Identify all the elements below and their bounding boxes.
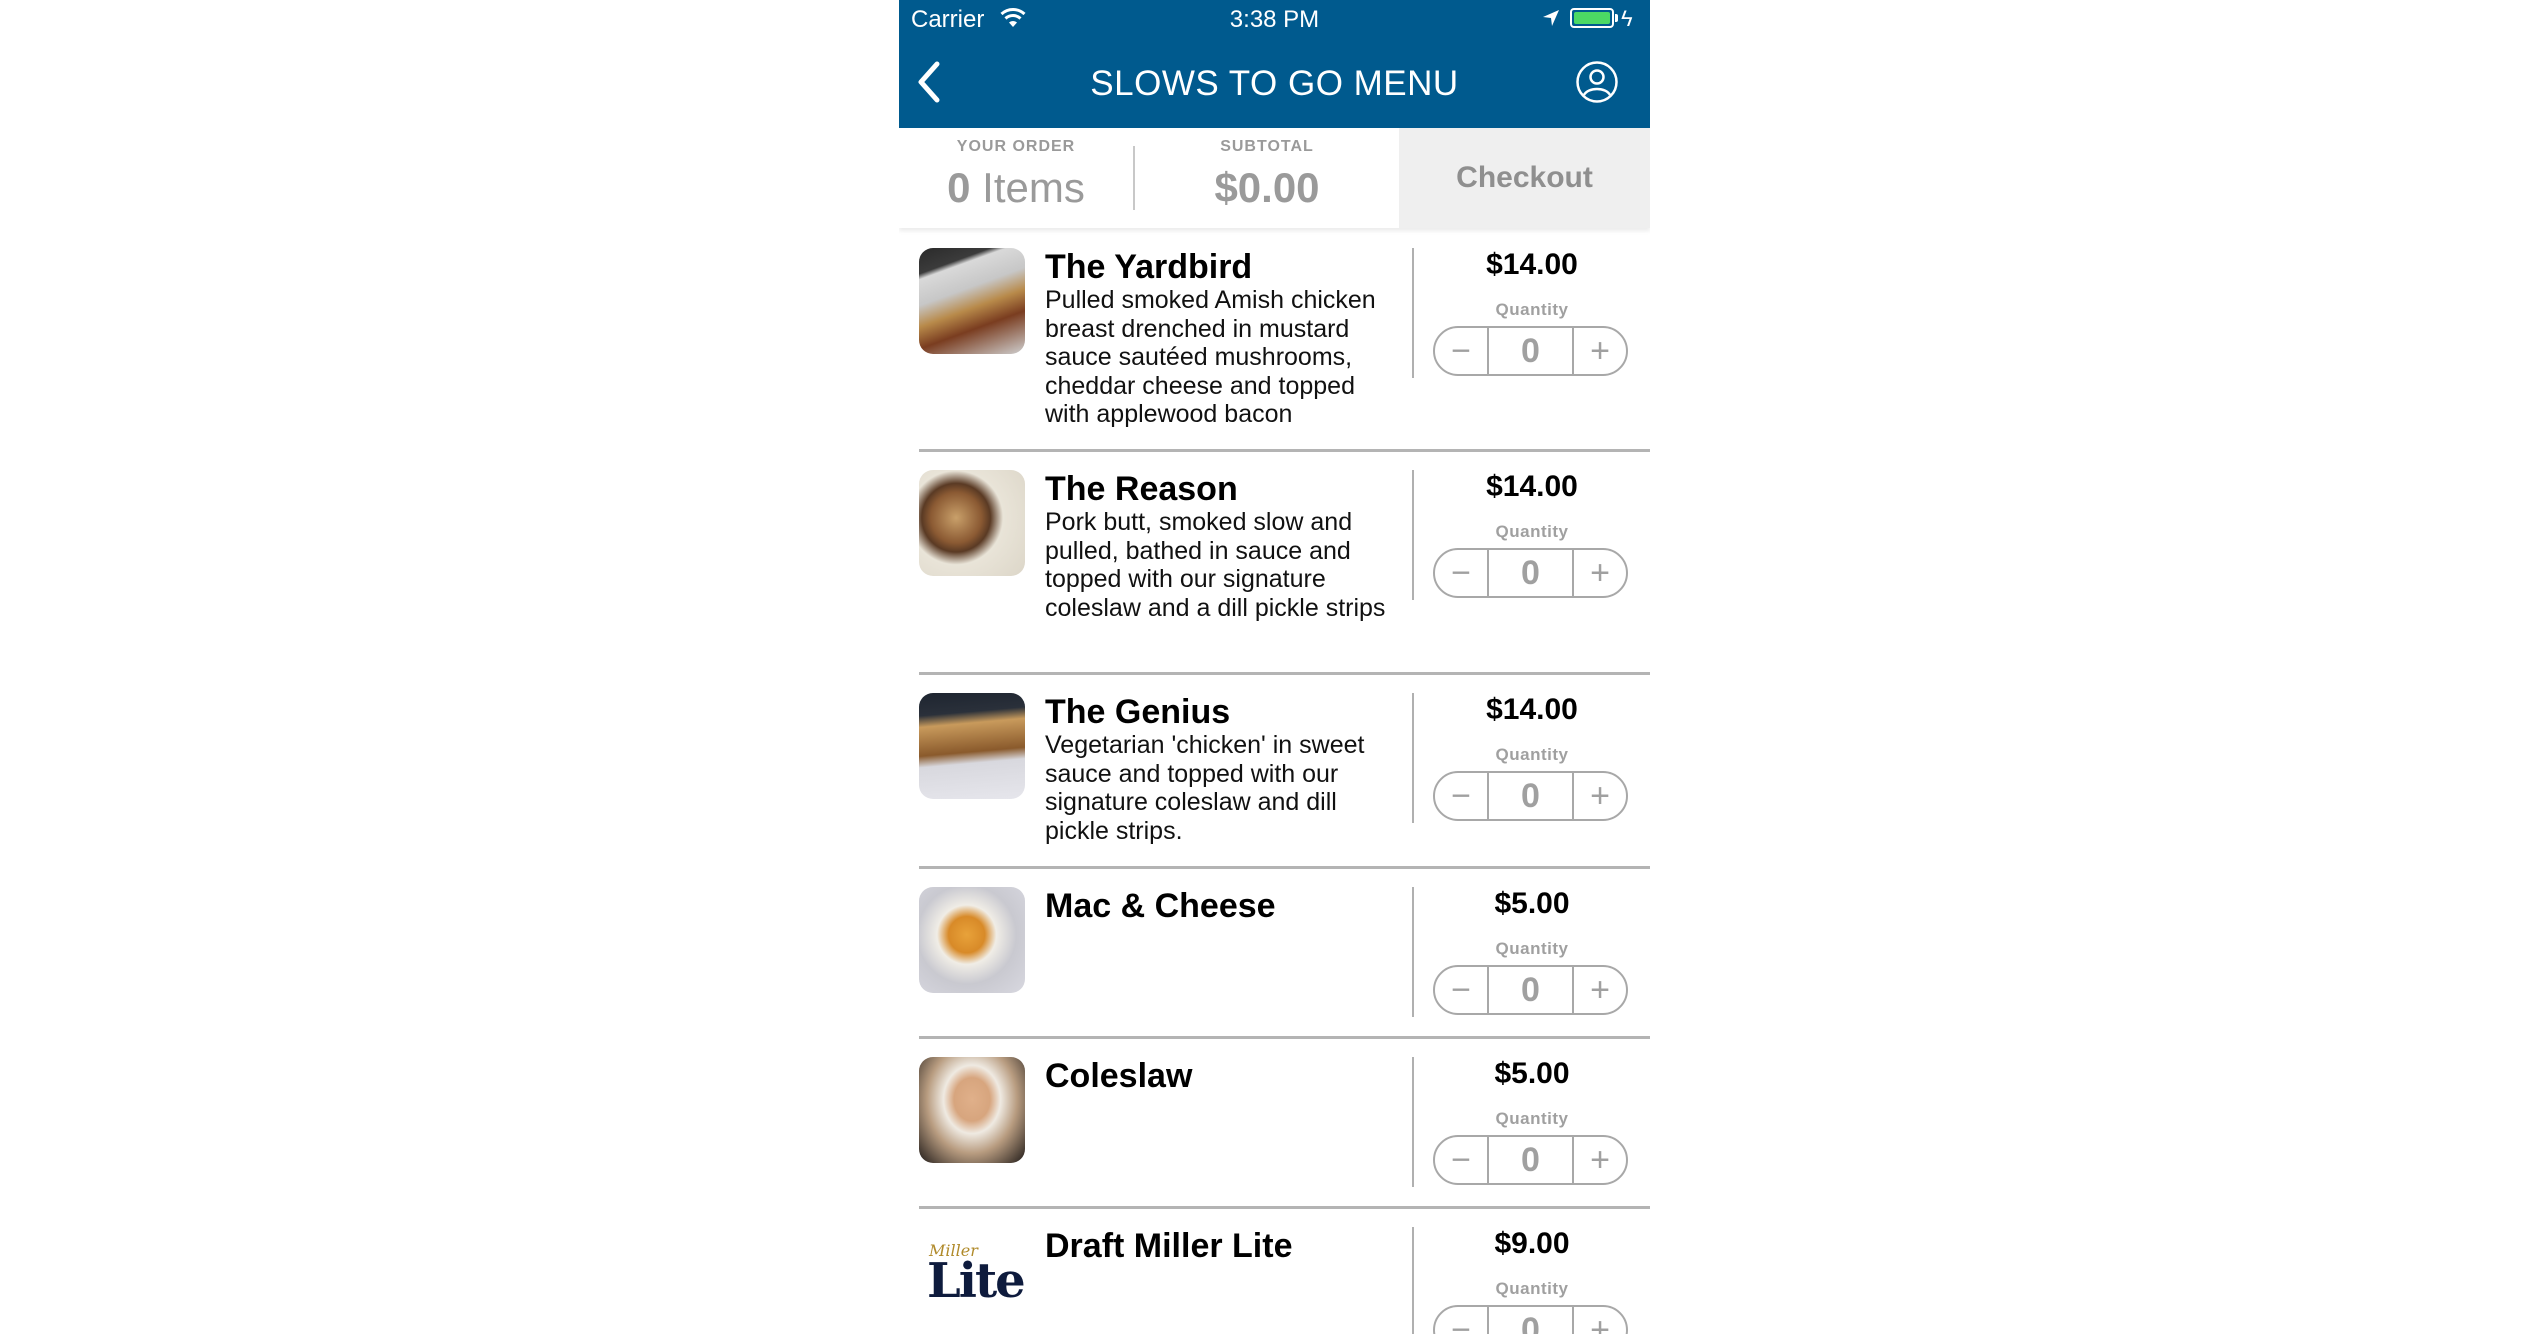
- item-name: The Genius: [1045, 693, 1231, 731]
- subtotal-label: SUBTOTAL: [1220, 138, 1314, 155]
- quantity-value[interactable]: 0: [1487, 967, 1574, 1013]
- menu-item: Coleslaw $5.00 Quantity − 0 +: [899, 1037, 1650, 1209]
- quantity-stepper[interactable]: − 0 +: [1433, 548, 1628, 598]
- quantity-label: Quantity: [1495, 745, 1569, 764]
- item-image: [919, 1057, 1025, 1163]
- decrement-button[interactable]: −: [1435, 550, 1487, 596]
- quantity-value[interactable]: 0: [1487, 1137, 1574, 1183]
- decrement-button[interactable]: −: [1435, 328, 1487, 374]
- status-bar: Carrier 3:38 PM ϟ: [899, 0, 1650, 40]
- battery-icon: [1570, 8, 1614, 28]
- item-description: Pulled smoked Amish chicken breast drenc…: [1045, 286, 1376, 428]
- menu-item: Mac & Cheese $5.00 Quantity − 0 +: [899, 867, 1650, 1039]
- miller-lite-logo: Miller Lite: [919, 1227, 1025, 1333]
- menu-item: The Yardbird Pulled smoked Amish chicken…: [899, 228, 1650, 452]
- increment-button[interactable]: +: [1574, 1307, 1626, 1334]
- quantity-label: Quantity: [1495, 1279, 1569, 1298]
- increment-button[interactable]: +: [1574, 550, 1626, 596]
- items-unit-label: Items: [982, 164, 1085, 211]
- order-summary: YOUR ORDER 0 Items SUBTOTAL $0.00 Checko…: [899, 128, 1650, 228]
- increment-button[interactable]: +: [1574, 967, 1626, 1013]
- quantity-label: Quantity: [1495, 939, 1569, 958]
- item-image: [919, 887, 1025, 993]
- your-order-label: YOUR ORDER: [956, 138, 1076, 155]
- user-profile-icon[interactable]: [1575, 60, 1619, 104]
- item-description: Pork butt, smoked slow and pulled, bathe…: [1045, 508, 1386, 622]
- item-name: Mac & Cheese: [1045, 887, 1276, 925]
- menu-item: Miller Lite Draft Miller Lite $9.00 Quan…: [899, 1207, 1650, 1334]
- item-name: Coleslaw: [1045, 1057, 1193, 1095]
- quantity-stepper[interactable]: − 0 +: [1433, 965, 1628, 1015]
- menu-item: The Reason Pork butt, smoked slow and pu…: [899, 450, 1650, 675]
- quantity-label: Quantity: [1495, 522, 1569, 541]
- item-price: $14.00: [1486, 470, 1578, 503]
- menu-list: The Yardbird Pulled smoked Amish chicken…: [899, 228, 1650, 1334]
- order-items-count: 0 Items: [899, 164, 1133, 212]
- page-title: SLOWS TO GO MENU: [1090, 64, 1459, 103]
- top-bar: Carrier 3:38 PM ϟ SLOWS TO GO MENU: [899, 0, 1650, 128]
- increment-button[interactable]: +: [1574, 1137, 1626, 1183]
- menu-item: The Genius Vegetarian 'chicken' in sweet…: [899, 673, 1650, 869]
- items-count-number: 0: [947, 164, 971, 211]
- battery-nub: [1615, 14, 1618, 22]
- charging-bolt-icon: ϟ: [1621, 6, 1633, 31]
- checkout-button[interactable]: Checkout: [1399, 128, 1650, 228]
- item-price: $9.00: [1494, 1227, 1570, 1260]
- phone-screen: Carrier 3:38 PM ϟ SLOWS TO GO MENU YOUR …: [899, 0, 1650, 1334]
- item-image: [919, 248, 1025, 354]
- nav-bar: SLOWS TO GO MENU: [899, 40, 1650, 128]
- status-time: 3:38 PM: [1229, 6, 1320, 33]
- item-price: $5.00: [1494, 887, 1570, 920]
- quantity-label: Quantity: [1495, 1109, 1569, 1128]
- decrement-button[interactable]: −: [1435, 967, 1487, 1013]
- item-price: $5.00: [1494, 1057, 1570, 1090]
- location-arrow-icon: [1543, 10, 1559, 26]
- logo-lite-text: Lite: [927, 1253, 1025, 1309]
- quantity-stepper[interactable]: − 0 +: [1433, 326, 1628, 376]
- subtotal-section: SUBTOTAL $0.00: [1135, 128, 1399, 228]
- item-description: Vegetarian 'chicken' in sweet sauce and …: [1045, 731, 1365, 845]
- quantity-value[interactable]: 0: [1487, 328, 1574, 374]
- item-name: The Reason: [1045, 470, 1238, 508]
- quantity-value[interactable]: 0: [1487, 1307, 1574, 1334]
- item-name: Draft Miller Lite: [1045, 1227, 1293, 1265]
- item-price: $14.00: [1486, 693, 1578, 726]
- item-image: [919, 470, 1025, 576]
- item-price: $14.00: [1486, 248, 1578, 281]
- decrement-button[interactable]: −: [1435, 1137, 1487, 1183]
- quantity-value[interactable]: 0: [1487, 550, 1574, 596]
- quantity-stepper[interactable]: − 0 +: [1433, 1135, 1628, 1185]
- item-name: The Yardbird: [1045, 248, 1253, 286]
- quantity-stepper[interactable]: − 0 +: [1433, 771, 1628, 821]
- decrement-button[interactable]: −: [1435, 1307, 1487, 1334]
- increment-button[interactable]: +: [1574, 328, 1626, 374]
- increment-button[interactable]: +: [1574, 773, 1626, 819]
- quantity-value[interactable]: 0: [1487, 773, 1574, 819]
- quantity-stepper[interactable]: − 0 +: [1433, 1305, 1628, 1334]
- item-image: [919, 693, 1025, 799]
- order-count-section: YOUR ORDER 0 Items: [899, 128, 1133, 228]
- subtotal-value: $0.00: [1214, 164, 1320, 211]
- quantity-label: Quantity: [1495, 300, 1569, 319]
- decrement-button[interactable]: −: [1435, 773, 1487, 819]
